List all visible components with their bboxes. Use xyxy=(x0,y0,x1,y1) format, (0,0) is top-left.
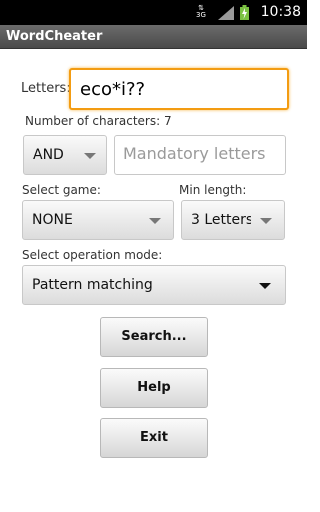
help-button[interactable]: Help xyxy=(100,368,208,408)
search-button[interactable]: Search... xyxy=(100,317,208,357)
min-length-dropdown[interactable]: 3 Letters xyxy=(181,200,285,240)
operation-mode-dropdown[interactable]: Pattern matching xyxy=(22,265,286,305)
chevron-down-icon xyxy=(149,218,161,224)
exit-button[interactable]: Exit xyxy=(100,418,208,458)
mandatory-letters-field[interactable] xyxy=(114,135,286,175)
clock: 10:38 xyxy=(260,4,301,20)
3g-icon: ⇅ 3G xyxy=(196,5,206,21)
network-type-label: 3G xyxy=(196,11,206,19)
operation-mode-label: Select operation mode: xyxy=(22,248,163,262)
letters-input-value: eco*i?? xyxy=(80,79,146,100)
operation-mode-value: Pattern matching xyxy=(32,277,153,293)
logic-operator-select[interactable]: AND xyxy=(23,135,107,175)
min-length-label: Min length: xyxy=(179,183,247,197)
number-of-characters: Number of characters: 7 xyxy=(25,114,172,128)
status-bar: ⇅ 3G 10:38 xyxy=(0,0,307,25)
select-game-value: NONE xyxy=(32,212,73,228)
letters-label: Letters: xyxy=(21,81,71,96)
letters-input[interactable]: eco*i?? xyxy=(69,68,289,110)
chevron-down-icon xyxy=(84,153,96,159)
logic-operator-value: AND xyxy=(33,147,64,163)
app-title: WordCheater xyxy=(6,29,103,44)
mandatory-letters-input[interactable] xyxy=(123,144,283,163)
select-game-label: Select game: xyxy=(22,183,101,197)
signal-icon xyxy=(218,6,234,20)
chevron-down-icon xyxy=(260,218,272,224)
select-game-dropdown[interactable]: NONE xyxy=(22,200,174,240)
battery-charging-icon xyxy=(240,5,249,20)
app-title-bar: WordCheater xyxy=(0,25,307,49)
min-length-value: 3 Letters xyxy=(191,212,251,228)
chevron-down-icon xyxy=(259,283,271,289)
